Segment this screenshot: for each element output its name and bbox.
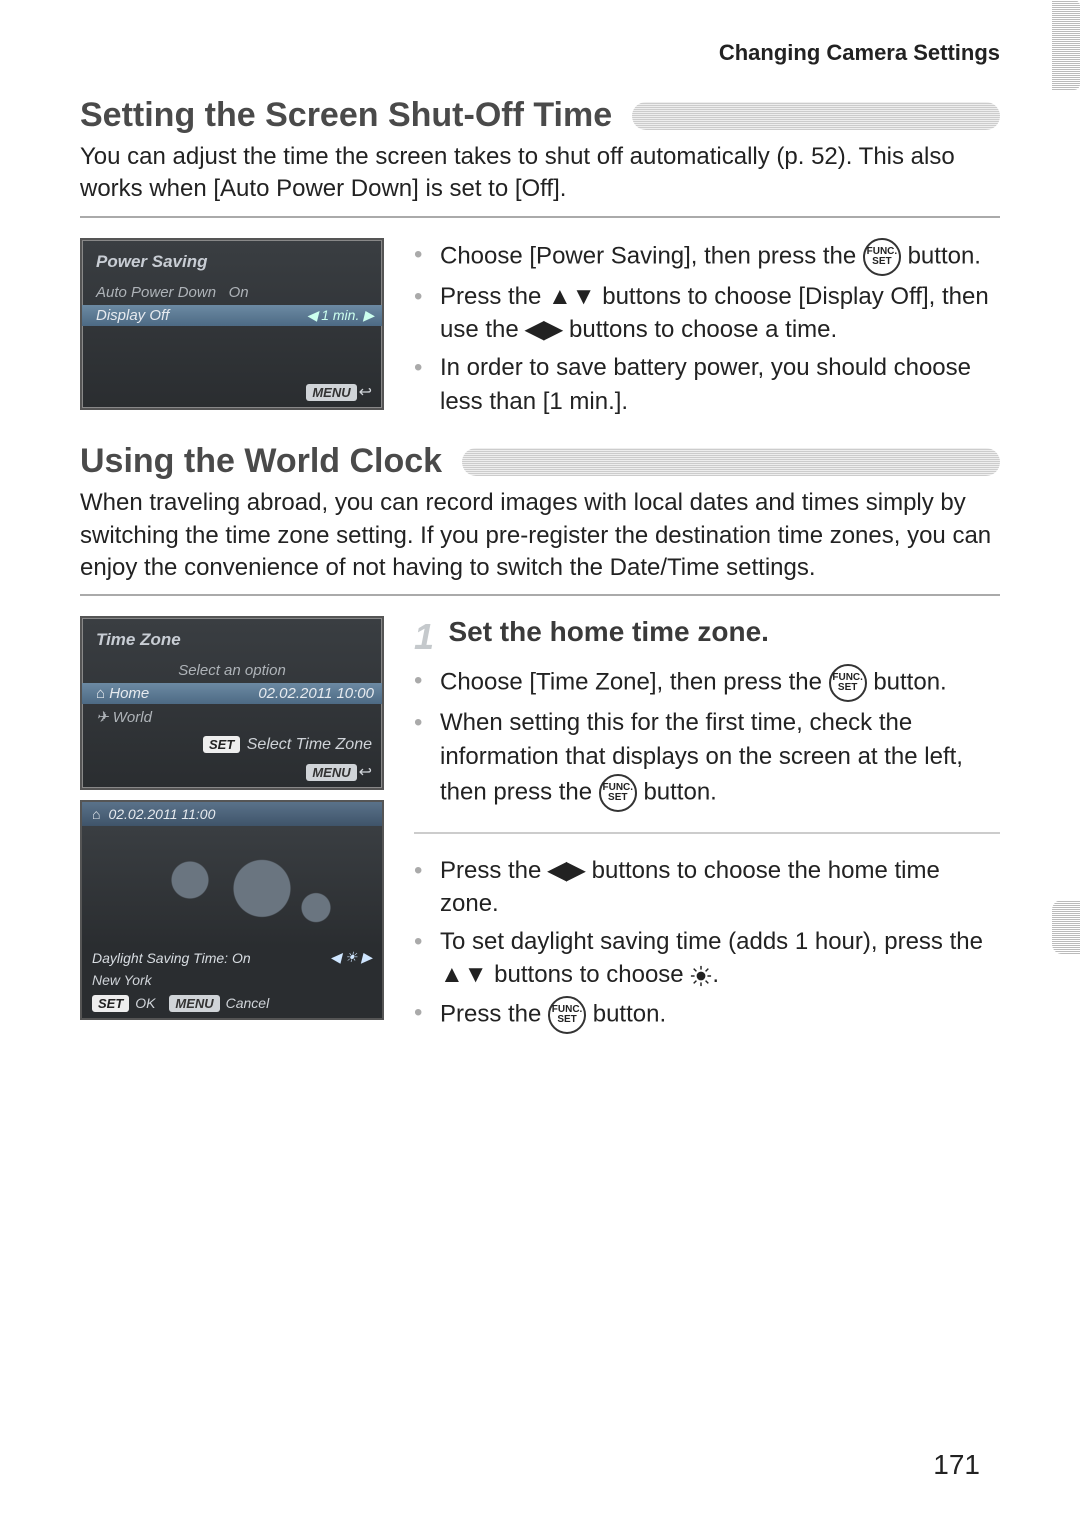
power-saving-screenshot: Power Saving Auto Power Down On Display … (80, 238, 384, 410)
plane-icon: ✈ (96, 709, 113, 726)
timezone-screenshot-2: ⌂ 02.02.2011 11:00 Daylight Saving Time:… (80, 800, 384, 1020)
func-set-button-icon-4: FUNC. SET (548, 996, 586, 1034)
lcd2-subtitle: Select an option (82, 658, 382, 683)
map-footer: SET OK MENU Cancel (82, 991, 382, 1018)
func-bot4: SET (557, 1015, 576, 1025)
hint-text: Select Time Zone (247, 736, 372, 753)
section1-bullet-1: Choose [Power Saving], then press the FU… (414, 238, 1000, 276)
b2a: Press the (440, 283, 548, 310)
lcd-row1-label: Auto Power Down (96, 284, 216, 301)
menu-badge-2: MENU (306, 764, 356, 781)
left-right-arrows-icon-2: ◀▶ (548, 857, 585, 884)
timezone-screenshot-1: Time Zone Select an option ⌂ Home 02.02.… (80, 616, 384, 790)
home-value: 02.02.2011 10:00 (258, 685, 374, 702)
up-down-arrows-icon: ▲▼ (548, 283, 596, 310)
map-date: 02.02.2011 11:00 (108, 806, 215, 822)
section1-title: Setting the Screen Shut-Off Time (80, 96, 612, 135)
world-label: World (113, 709, 152, 726)
home-icon: ⌂ (92, 806, 100, 822)
section2-title: Using the World Clock (80, 442, 442, 481)
s2b4a: To set daylight saving time (adds 1 hour… (440, 928, 983, 955)
lcd2-footer: MENU↩ (82, 756, 382, 784)
step1-bullet-4: To set daylight saving time (adds 1 hour… (414, 925, 1000, 992)
s2b5b: button. (593, 1000, 666, 1027)
left-right-arrows-icon: ◀▶ (525, 316, 562, 343)
page-edge-strip (1052, 0, 1080, 90)
menu-badge-3: MENU (169, 995, 219, 1012)
set-badge-2: SET (92, 995, 129, 1012)
ok-text: OK (135, 995, 155, 1011)
section1-title-bar (632, 102, 1000, 130)
lcd2-title: Time Zone (82, 626, 382, 658)
section1-intro: You can adjust the time the screen takes… (80, 141, 1000, 206)
step1-heading-row: 1 Set the home time zone. (414, 616, 1000, 658)
lcd2-world-row: ✈ World (82, 704, 382, 730)
dst-sun-icon-group: ◀ ☀ ▶ (330, 949, 372, 966)
page-number: 171 (933, 1449, 980, 1481)
step1-bullets-2: Press the ◀▶ buttons to choose the home … (414, 854, 1000, 1034)
page-header: Changing Camera Settings (80, 40, 1000, 66)
page-header-text: Changing Camera Settings (719, 40, 1000, 65)
func-bot: SET (872, 257, 891, 267)
home-icon-label: ⌂ Home (96, 685, 149, 702)
map-date-row: ⌂ 02.02.2011 11:00 (82, 802, 382, 826)
s2b1a: Choose [Time Zone], then press the (440, 669, 829, 696)
set-badge: SET (203, 736, 240, 753)
section1-divider (80, 216, 1000, 218)
s2b5a: Press the (440, 1000, 548, 1027)
lcd-title: Power Saving (82, 248, 382, 280)
up-down-arrows-icon-2: ▲▼ (440, 961, 488, 988)
section1-bullet-2: Press the ▲▼ buttons to choose [Display … (414, 280, 1000, 347)
cancel-text: Cancel (226, 995, 270, 1011)
dst-label: Daylight Saving Time: (92, 950, 228, 966)
section2-title-bar (462, 448, 1000, 476)
lcd-footer: MENU↩ (82, 326, 382, 404)
b1a: Choose [Power Saving], then press the (440, 242, 863, 269)
lcd2-home-row: ⌂ Home 02.02.2011 10:00 (82, 683, 382, 704)
lcd2-hint: SET Select Time Zone (82, 730, 382, 756)
return-icon-2: ↩ (359, 764, 372, 781)
s2b4b: buttons to choose (488, 961, 691, 988)
page-thumb-tab (1052, 900, 1080, 954)
b2c: buttons to choose a time. (562, 316, 837, 343)
lcd-row2-value: 1 min. (321, 307, 359, 323)
daylight-saving-sun-icon (690, 961, 712, 988)
step1-bullet-5: Press the FUNC. SET button. (414, 996, 1000, 1034)
section2-intro: When traveling abroad, you can record im… (80, 487, 1000, 584)
step1-bullet-3: Press the ◀▶ buttons to choose the home … (414, 854, 1000, 921)
dst-row: Daylight Saving Time: On ◀ ☀ ▶ (82, 946, 382, 969)
func-bot2: SET (838, 683, 857, 693)
step1-bullet-1: Choose [Time Zone], then press the FUNC.… (414, 664, 1000, 702)
s2b1b: button. (873, 669, 946, 696)
lcd-row-auto-power-down: Auto Power Down On (82, 280, 382, 305)
return-icon: ↩ (359, 384, 372, 401)
dst-value: On (232, 950, 251, 966)
step1-title: Set the home time zone. (448, 616, 769, 647)
s2b3a: Press the (440, 857, 548, 884)
home-label: Home (109, 685, 149, 702)
lcd-row2-label: Display Off (96, 307, 169, 324)
func-set-button-icon-3: FUNC. SET (599, 774, 637, 812)
lcd-row-display-off: Display Off ◀ 1 min. ▶ (82, 305, 382, 326)
section2-title-row: Using the World Clock (80, 442, 1000, 481)
step1-inner-divider (414, 832, 1000, 834)
func-set-button-icon: FUNC. SET (863, 238, 901, 276)
section1-title-row: Setting the Screen Shut-Off Time (80, 96, 1000, 135)
section2-divider (80, 594, 1000, 596)
city-row: New York (82, 969, 382, 991)
s2b4c: . (712, 961, 719, 988)
func-set-button-icon-2: FUNC. SET (829, 664, 867, 702)
b1b: button. (908, 242, 981, 269)
step1-bullets: Choose [Time Zone], then press the FUNC.… (414, 664, 1000, 811)
section1-bullets: Choose [Power Saving], then press the FU… (414, 238, 1000, 418)
left-chevron-icon: ◀ 1 min. ▶ (307, 307, 374, 324)
func-bot3: SET (608, 793, 627, 803)
step1-bullet-2: When setting this for the first time, ch… (414, 706, 1000, 811)
step-number-1: 1 (414, 616, 444, 658)
lcd-row1-value: On (229, 284, 249, 301)
s2b2b: button. (643, 778, 716, 805)
section1-bullet-3: In order to save battery power, you shou… (414, 351, 1000, 418)
world-map-graphic (82, 826, 382, 946)
menu-badge: MENU (306, 384, 356, 401)
